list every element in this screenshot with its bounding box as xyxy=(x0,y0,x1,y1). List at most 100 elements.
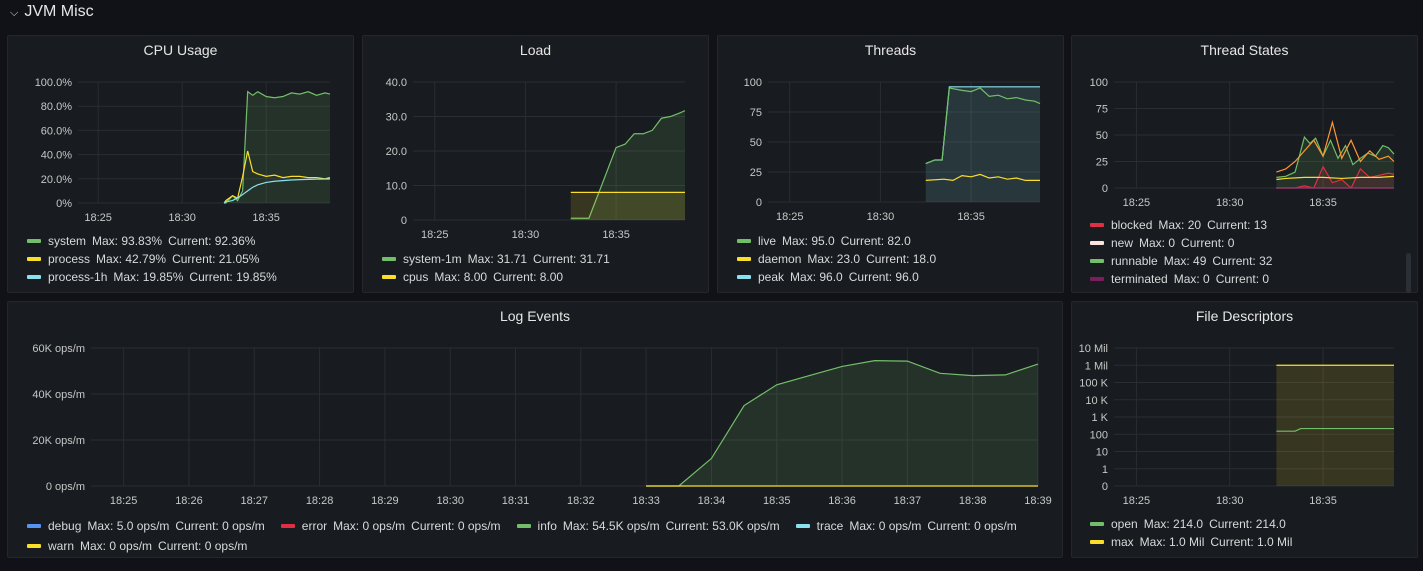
x-tick-label: 18:25 xyxy=(1123,495,1151,507)
y-tick-label: 20K ops/m xyxy=(32,435,85,447)
chart-legend: live Max: 95.0 Current: 82.0 daemon Max: 23.… xyxy=(737,232,942,286)
legend-item-info[interactable]: info Max: 54.5K ops/m Current: 53.0K ops/m xyxy=(516,517,786,535)
legend-current: Current: 21.05% xyxy=(172,252,260,266)
threads-panel[interactable]: Threads 0 25 50 75 100 18:25 18:30 18:35 live Ma… xyxy=(717,35,1064,293)
y-tick-label: 100 xyxy=(744,77,762,89)
series-area-cpus xyxy=(570,192,685,220)
legend-series-name: terminated xyxy=(1111,272,1168,286)
legend-swatch xyxy=(27,544,41,548)
y-tick-label: 50 xyxy=(1096,130,1108,142)
legend-max: Max: 31.71 xyxy=(467,252,528,266)
series-area-peak xyxy=(925,86,1040,202)
y-tick-label: 40.0 xyxy=(386,77,407,89)
legend-max: Max: 0 ops/m xyxy=(849,519,922,533)
x-tick-label: 18:25 xyxy=(84,212,112,224)
legend-item-warn[interactable]: warn Max: 0 ops/m Current: 0 ops/m xyxy=(27,537,253,555)
legend-current: Current: 214.0 xyxy=(1209,517,1286,531)
legend-max: Max: 8.00 xyxy=(434,270,488,284)
legend-swatch xyxy=(737,275,751,279)
legend-item-blocked[interactable]: blocked Max: 20 Current: 13 xyxy=(1090,216,1278,234)
x-tick-label: 18:25 xyxy=(776,211,804,223)
legend-scrollbar[interactable] xyxy=(1406,253,1411,293)
legend-current: Current: 18.0 xyxy=(866,252,937,266)
row-title: JVM Misc xyxy=(24,3,94,20)
legend-item-error[interactable]: error Max: 0 ops/m Current: 0 ops/m xyxy=(280,517,507,535)
legend-current: Current: 0 ops/m xyxy=(927,519,1017,533)
legend-swatch xyxy=(1090,277,1104,281)
log-events-panel[interactable]: Log Events 0 ops/m 20K ops/m 40K ops/m 60K … xyxy=(7,301,1063,558)
x-tick-label: 18:34 xyxy=(698,495,726,507)
legend-series-name: process-1h xyxy=(48,270,108,284)
legend-max: Max: 20 xyxy=(1158,218,1202,232)
legend-current: Current: 53.0K ops/m xyxy=(665,519,780,533)
legend-current: Current: 13 xyxy=(1207,218,1268,232)
y-tick-label: 25 xyxy=(750,167,762,179)
y-tick-label: 1 K xyxy=(1091,412,1108,424)
legend-swatch xyxy=(516,524,531,528)
legend-item-open[interactable]: open Max: 214.0 Current: 214.0 xyxy=(1090,515,1298,533)
y-tick-label: 75 xyxy=(1096,104,1108,116)
series-area-info xyxy=(646,360,1038,486)
legend-max: Max: 214.0 xyxy=(1143,517,1204,531)
x-tick-label: 18:29 xyxy=(371,495,399,507)
cpu-usage-panel[interactable]: CPU Usage 0% 20.0% 40.0% 60.0% 80.0% 100.0% 18… xyxy=(7,35,354,293)
legend-item-process-1h[interactable]: process-1h Max: 19.85% Current: 19.85% xyxy=(27,268,283,286)
legend-series-name: runnable xyxy=(1111,254,1158,268)
load-panel[interactable]: Load 0 10.0 20.0 30.0 40.0 18:25 18:30 18:35 sy… xyxy=(362,35,709,293)
x-tick-label: 18:39 xyxy=(1024,495,1052,507)
legend-series-name: open xyxy=(1111,517,1138,531)
legend-item-cpus[interactable]: cpus Max: 8.00 Current: 8.00 xyxy=(382,268,616,286)
chart-legend: blocked Max: 20 Current: 13 new Max: 0 Curren… xyxy=(1090,216,1278,288)
x-tick-label: 18:28 xyxy=(306,495,334,507)
legend-max: Max: 93.83% xyxy=(92,234,163,248)
legend-series-name: cpus xyxy=(403,270,429,284)
legend-item-live[interactable]: live Max: 95.0 Current: 82.0 xyxy=(737,232,942,250)
legend-item-terminated[interactable]: terminated Max: 0 Current: 0 xyxy=(1090,270,1278,288)
row-header[interactable]: ⌵ JVM Misc xyxy=(10,3,94,21)
legend-item-process[interactable]: process Max: 42.79% Current: 21.05% xyxy=(27,250,283,268)
legend-current: Current: 31.71 xyxy=(533,252,610,266)
legend-max: Max: 95.0 xyxy=(782,234,835,248)
legend-swatch xyxy=(1090,540,1104,544)
legend-swatch xyxy=(27,524,41,528)
y-tick-label: 25 xyxy=(1096,157,1108,169)
legend-series-name: debug xyxy=(48,519,82,533)
y-tick-label: 1 Mil xyxy=(1085,360,1108,372)
legend-max: Max: 0 ops/m xyxy=(333,519,406,533)
legend-item-debug[interactable]: debug Max: 5.0 ops/m Current: 0 ops/m xyxy=(27,517,271,535)
y-tick-label: 30.0 xyxy=(386,112,407,124)
legend-current: Current: 1.0 Mil xyxy=(1210,535,1293,549)
legend-item-system-1m[interactable]: system-1m Max: 31.71 Current: 31.71 xyxy=(382,250,616,268)
legend-current: Current: 19.85% xyxy=(189,270,277,284)
thread-states-panel[interactable]: Thread States 0 25 50 75 100 18:25 18:30 18:35 … xyxy=(1071,35,1418,293)
legend-current: Current: 32 xyxy=(1212,254,1273,268)
chevron-down-icon[interactable]: ⌵ xyxy=(10,7,18,20)
y-tick-label: 80.0% xyxy=(41,101,72,113)
legend-item-max[interactable]: max Max: 1.0 Mil Current: 1.0 Mil xyxy=(1090,533,1298,551)
x-tick-label: 18:25 xyxy=(421,229,449,241)
file-descriptors-panel[interactable]: File Descriptors 0 1 10 100 1 K 10 K 100 K1 Mi… xyxy=(1071,301,1418,558)
legend-item-new[interactable]: new Max: 0 Current: 0 xyxy=(1090,234,1278,252)
y-tick-label: 60.0% xyxy=(41,125,72,137)
legend-current: Current: 0 xyxy=(1181,236,1235,250)
legend-item-runnable[interactable]: runnable Max: 49 Current: 32 xyxy=(1090,252,1278,270)
y-tick-label: 40.0% xyxy=(41,150,72,162)
legend-item-trace[interactable]: trace Max: 0 ops/m Current: 0 ops/m xyxy=(795,517,1023,535)
chart-legend: system-1m Max: 31.71 Current: 31.71 cpus Max… xyxy=(382,250,616,286)
legend-item-peak[interactable]: peak Max: 96.0 Current: 96.0 xyxy=(737,268,942,286)
legend-item-daemon[interactable]: daemon Max: 23.0 Current: 18.0 xyxy=(737,250,942,268)
y-tick-label: 10 Mil xyxy=(1079,343,1108,355)
legend-max: Max: 49 xyxy=(1163,254,1207,268)
x-tick-label: 18:35 xyxy=(1309,495,1337,507)
legend-current: Current: 8.00 xyxy=(493,270,564,284)
legend-max: Max: 0 xyxy=(1139,236,1176,250)
legend-max: Max: 19.85% xyxy=(113,270,184,284)
x-tick-label: 18:26 xyxy=(175,495,203,507)
legend-current: Current: 0 xyxy=(1215,272,1270,286)
legend-series-name: info xyxy=(537,519,557,533)
legend-item-system[interactable]: system Max: 93.83% Current: 92.36% xyxy=(27,232,283,250)
legend-swatch xyxy=(795,524,810,528)
legend-swatch xyxy=(1090,259,1104,263)
legend-max: Max: 96.0 xyxy=(790,270,843,284)
x-tick-label: 18:35 xyxy=(252,212,280,224)
